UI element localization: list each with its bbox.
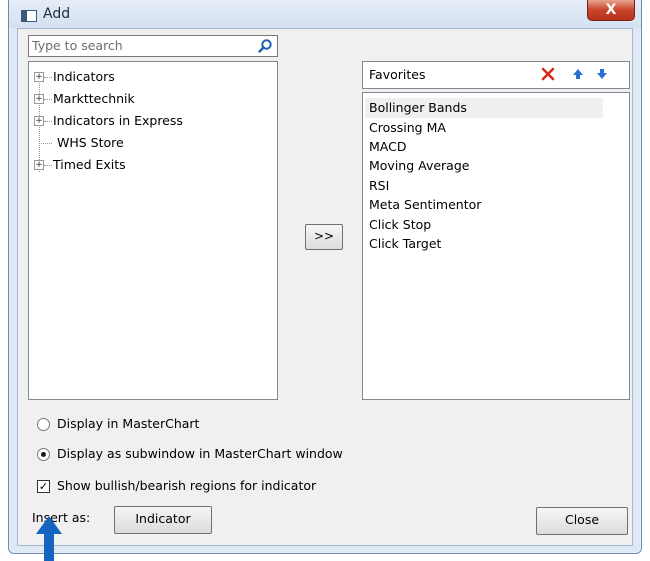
move-down-icon[interactable] bbox=[595, 67, 609, 81]
favorites-header: Favorites bbox=[362, 61, 630, 89]
tree-item-label: Timed Exits bbox=[53, 157, 126, 172]
radio-button[interactable] bbox=[37, 448, 50, 461]
favorites-list[interactable]: Bollinger Bands Crossing MA MACD Moving … bbox=[362, 92, 630, 400]
favorite-item-moving-average[interactable]: Moving Average bbox=[369, 156, 469, 176]
tree-connector bbox=[44, 77, 52, 78]
favorite-item-click-stop[interactable]: Click Stop bbox=[369, 215, 431, 235]
favorite-item-crossing-ma[interactable]: Crossing MA bbox=[369, 118, 446, 138]
window-title: Add bbox=[43, 6, 71, 22]
arrow-pointer-icon bbox=[36, 516, 62, 561]
expand-icon[interactable]: + bbox=[34, 72, 44, 82]
delete-icon[interactable] bbox=[541, 67, 555, 81]
indicator-tree[interactable]: + Indicators + Markttechnik + Indicators… bbox=[28, 61, 278, 400]
move-up-icon[interactable] bbox=[571, 67, 585, 81]
checkbox[interactable]: ✓ bbox=[37, 480, 50, 493]
option-label: Display in MasterChart bbox=[57, 416, 200, 431]
favorites-title: Favorites bbox=[369, 67, 426, 82]
tree-item-label: Markttechnik bbox=[53, 91, 135, 106]
tree-item-label: Indicators bbox=[53, 69, 115, 84]
favorite-item-rsi[interactable]: RSI bbox=[369, 176, 389, 196]
window-close-button[interactable]: X bbox=[587, 0, 635, 21]
radio-button[interactable] bbox=[37, 418, 50, 431]
add-to-favorites-button[interactable]: >> bbox=[305, 224, 343, 250]
favorite-item-macd[interactable]: MACD bbox=[369, 137, 406, 157]
tree-item-label: Indicators in Express bbox=[53, 113, 183, 128]
option-label: Display as subwindow in MasterChart wind… bbox=[57, 446, 343, 461]
window-icon bbox=[21, 10, 37, 22]
title-bar[interactable]: Add X bbox=[9, 0, 641, 28]
search-input[interactable] bbox=[32, 37, 254, 53]
insert-indicator-button[interactable]: Indicator bbox=[114, 506, 212, 534]
favorite-item-bollinger-bands[interactable]: Bollinger Bands bbox=[369, 98, 467, 118]
favorite-item-meta-sentimentor[interactable]: Meta Sentimentor bbox=[369, 195, 481, 215]
tree-connector bbox=[39, 143, 52, 144]
expand-icon[interactable]: + bbox=[34, 94, 44, 104]
tree-item-label: WHS Store bbox=[57, 135, 124, 150]
expand-icon[interactable]: + bbox=[34, 160, 44, 170]
close-button[interactable]: Close bbox=[536, 507, 628, 535]
tree-connector bbox=[44, 121, 52, 122]
search-box[interactable] bbox=[28, 35, 278, 57]
option-label: Show bullish/bearish regions for indicat… bbox=[57, 478, 317, 493]
expand-icon[interactable]: + bbox=[34, 116, 44, 126]
search-icon[interactable] bbox=[257, 38, 273, 54]
favorite-item-click-target[interactable]: Click Target bbox=[369, 234, 441, 254]
tree-connector bbox=[44, 99, 52, 100]
tree-connector bbox=[44, 165, 52, 166]
